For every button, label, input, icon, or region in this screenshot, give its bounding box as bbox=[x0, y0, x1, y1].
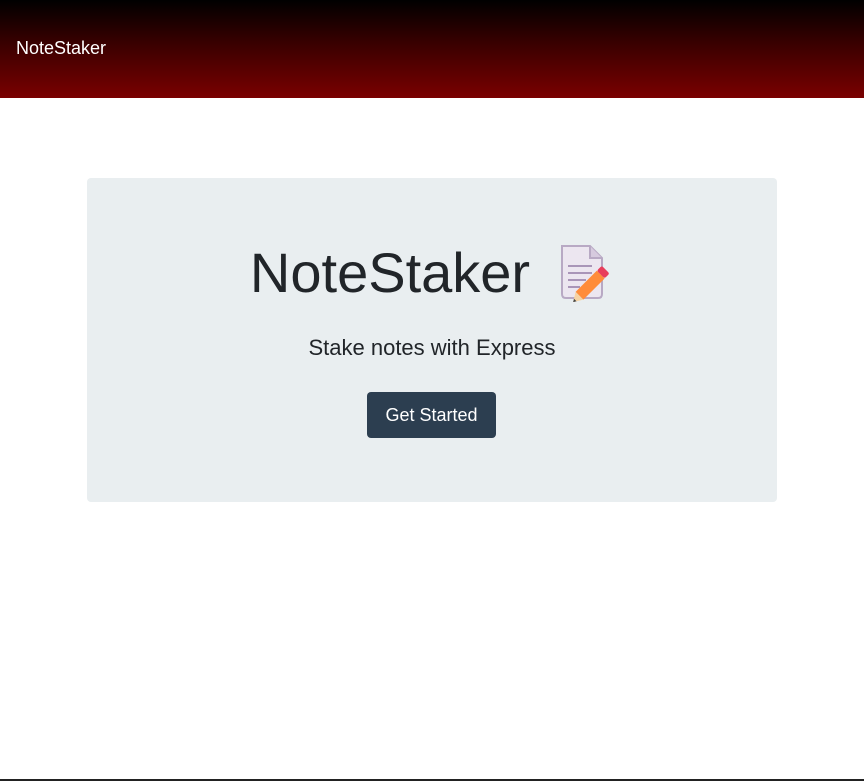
hero-title-row: NoteStaker bbox=[87, 241, 777, 304]
get-started-button[interactable]: Get Started bbox=[367, 392, 496, 438]
navbar: NoteStaker bbox=[0, 0, 864, 98]
hero-title: NoteStaker bbox=[249, 241, 531, 304]
hero-subtitle: Stake notes with Express bbox=[308, 335, 556, 360]
hero-panel: NoteStaker Stake notes with Express Get … bbox=[87, 178, 777, 502]
memo-pencil-icon bbox=[556, 244, 614, 303]
brand-link[interactable]: NoteStaker bbox=[16, 38, 106, 59]
